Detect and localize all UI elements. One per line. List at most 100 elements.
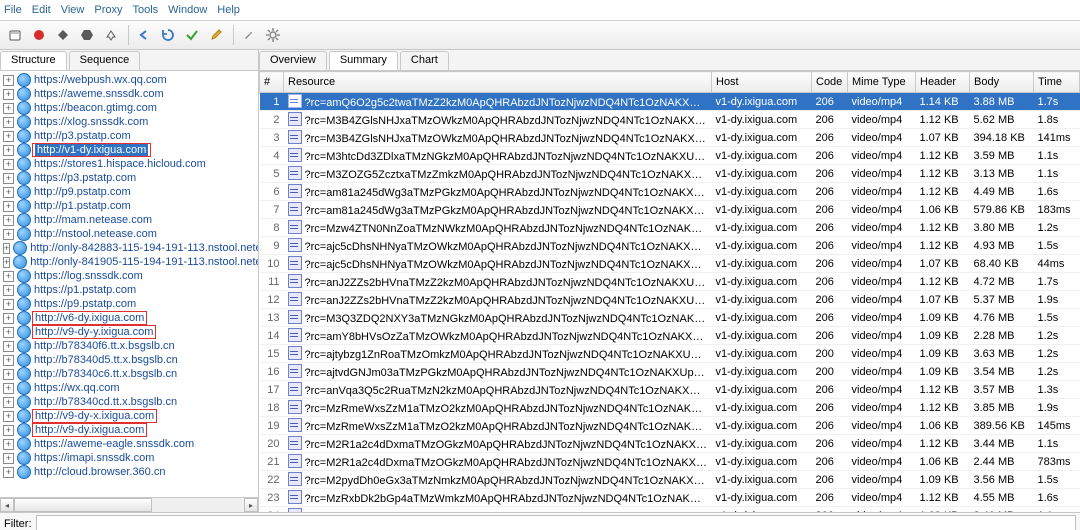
tree-scrollbar[interactable]: ◂ ▸ [0,497,258,512]
col-mime[interactable]: Mime Type [848,72,916,93]
expand-icon[interactable]: + [3,341,14,352]
menu-edit[interactable]: Edit [32,4,51,16]
table-row[interactable]: 5?rc=M3ZOZG5ZcztxaTMzZmkzM0ApQHRAbzdJNTo… [260,165,1080,183]
tree-item[interactable]: +http://b78340f6.tt.x.bsgslb.cn [0,339,258,353]
table-row[interactable]: 8?rc=Mzw4ZTN0NnZoaTMzNWkzM0ApQHRAbzdJNTo… [260,219,1080,237]
table-row[interactable]: 16?rc=ajtvdGNJm03aTMzPGkzM0ApQHRAbzdJNTo… [260,363,1080,381]
expand-icon[interactable]: + [3,117,14,128]
expand-icon[interactable]: + [3,215,14,226]
tools-button[interactable] [238,24,260,46]
expand-icon[interactable]: + [3,173,14,184]
tree-item[interactable]: +https://imapi.snssdk.com [0,451,258,465]
tree-item[interactable]: +http://v6-dy.ixigua.com [0,311,258,325]
col-code[interactable]: Code [812,72,848,93]
tree-item[interactable]: +http://nstool.netease.com [0,227,258,241]
expand-icon[interactable]: + [3,327,14,338]
table-row[interactable]: 12?rc=anJ2ZZs2bHVnaTMzZ2kzM0ApQHRAbzdJNT… [260,291,1080,309]
tree-item[interactable]: +http://mam.netease.com [0,213,258,227]
col-num[interactable]: # [260,72,284,93]
stop-button[interactable] [76,24,98,46]
table-row[interactable]: 4?rc=M3htcDd3ZDlxaTMzNGkzM0ApQHRAbzdJNTo… [260,147,1080,165]
expand-icon[interactable]: + [3,229,14,240]
expand-icon[interactable]: + [3,467,14,478]
expand-icon[interactable]: + [3,285,14,296]
table-row[interactable]: 21?rc=M2R1a2c4dDxmaTMzOGkzM0ApQHRAbzdJNT… [260,453,1080,471]
tree-item[interactable]: +https://p3.pstatp.com [0,171,258,185]
table-row[interactable]: 24?rc=MzpwM29pbXU6aTMzOGkzM0ApQHRAbzdJNT… [260,507,1080,513]
tree-item[interactable]: +http://only-841905-115-194-191-113.nsto… [0,255,258,269]
col-body[interactable]: Body [970,72,1034,93]
tab-overview[interactable]: Overview [259,51,327,70]
table-row[interactable]: 10?rc=ajc5cDhsNHNyaTMzOWkzM0ApQHRAbzdJNT… [260,255,1080,273]
expand-icon[interactable]: + [3,425,14,436]
tree-item[interactable]: +https://stores1.hispace.hicloud.com [0,157,258,171]
host-tree[interactable]: +https://webpush.wx.qq.com+https://aweme… [0,71,258,497]
tree-item[interactable]: +https://wx.qq.com [0,381,258,395]
expand-icon[interactable]: + [3,355,14,366]
table-row[interactable]: 2?rc=M3B4ZGlsNHJxaTMzOWkzM0ApQHRAbzdJNTo… [260,111,1080,129]
expand-icon[interactable]: + [3,201,14,212]
col-host[interactable]: Host [712,72,812,93]
repeat-button[interactable] [157,24,179,46]
scroll-right-button[interactable]: ▸ [244,498,258,512]
tree-item[interactable]: +http://only-842883-115-194-191-113.nsto… [0,241,258,255]
tree-item[interactable]: +https://aweme-eagle.snssdk.com [0,437,258,451]
table-row[interactable]: 18?rc=MzRmeWxsZzM1aTMzO2kzM0ApQHRAbzdJNT… [260,399,1080,417]
expand-icon[interactable]: + [3,187,14,198]
tree-item[interactable]: +https://p1.pstatp.com [0,283,258,297]
table-row[interactable]: 17?rc=anVqa3Q5c2RuaTMzN2kzM0ApQHRAbzdJNT… [260,381,1080,399]
col-time[interactable]: Time [1034,72,1080,93]
expand-icon[interactable]: + [3,159,14,170]
tree-item[interactable]: +http://v9-dy.ixigua.com [0,423,258,437]
record-button[interactable] [28,24,50,46]
prev-button[interactable] [133,24,155,46]
menu-view[interactable]: View [61,4,85,16]
tree-item[interactable]: +https://log.snssdk.com [0,269,258,283]
tree-item[interactable]: +https://aweme.snssdk.com [0,87,258,101]
expand-icon[interactable]: + [3,439,14,450]
tree-item[interactable]: +http://v9-dy-x.ixigua.com [0,409,258,423]
menu-window[interactable]: Window [168,4,207,16]
expand-icon[interactable]: + [3,383,14,394]
menu-file[interactable]: File [4,4,22,16]
menu-tools[interactable]: Tools [132,4,158,16]
expand-icon[interactable]: + [3,257,10,268]
col-header[interactable]: Header [916,72,970,93]
clear-button[interactable] [100,24,122,46]
menu-help[interactable]: Help [217,4,240,16]
pause-button[interactable] [52,24,74,46]
table-row[interactable]: 11?rc=anJ2ZZs2bHVnaTMzZ2kzM0ApQHRAbzdJNT… [260,273,1080,291]
expand-icon[interactable]: + [3,411,14,422]
expand-icon[interactable]: + [3,453,14,464]
table-row[interactable]: 9?rc=ajc5cDhsNHNyaTMzOWkzM0ApQHRAbzdJNTo… [260,237,1080,255]
expand-icon[interactable]: + [3,271,14,282]
table-row[interactable]: 6?rc=am81a245dWg3aTMzPGkzM0ApQHRAbzdJNTo… [260,183,1080,201]
edit-button[interactable] [205,24,227,46]
table-row[interactable]: 13?rc=M3Q3ZDQ2NXY3aTMzNGkzM0ApQHRAbzdJNT… [260,309,1080,327]
table-row[interactable]: 19?rc=MzRmeWxsZzM1aTMzO2kzM0ApQHRAbzdJNT… [260,417,1080,435]
table-row[interactable]: 20?rc=M2R1a2c4dDxmaTMzOGkzM0ApQHRAbzdJNT… [260,435,1080,453]
tree-item[interactable]: +http://p9.pstatp.com [0,185,258,199]
table-row[interactable]: 22?rc=M2pydDh0eGx3aTMzNmkzM0ApQHRAbzdJNT… [260,471,1080,489]
table-row[interactable]: 23?rc=MzRxbDk2bGp4aTMzWmkzM0ApQHRAbzdJNT… [260,489,1080,507]
table-row[interactable]: 15?rc=ajtybzg1ZnRoaTMzOmkzM0ApQHRAbzdJNT… [260,345,1080,363]
table-row[interactable]: 1?rc=amQ6O2g5c2twaTMzZ2kzM0ApQHRAbzdJNTo… [260,93,1080,111]
tree-item[interactable]: +http://v9-dy-y.ixigua.com [0,325,258,339]
validate-button[interactable] [181,24,203,46]
request-grid[interactable]: # Resource Host Code Mime Type Header Bo… [259,71,1080,512]
tree-item[interactable]: +https://p9.pstatp.com [0,297,258,311]
tree-item[interactable]: +http://cloud.browser.360.cn [0,465,258,479]
tree-item[interactable]: +http://p1.pstatp.com [0,199,258,213]
scroll-left-button[interactable]: ◂ [0,498,14,512]
tab-summary[interactable]: Summary [329,51,398,70]
tree-item[interactable]: +http://b78340c6.tt.x.bsgslb.cn [0,367,258,381]
tab-structure[interactable]: Structure [0,51,67,70]
expand-icon[interactable]: + [3,103,14,114]
expand-icon[interactable]: + [3,369,14,380]
col-resource[interactable]: Resource [284,72,712,93]
new-session-button[interactable] [4,24,26,46]
tree-item[interactable]: +http://b78340cd.tt.x.bsgslb.cn [0,395,258,409]
filter-input[interactable] [36,515,1077,530]
expand-icon[interactable]: + [3,299,14,310]
expand-icon[interactable]: + [3,313,14,324]
